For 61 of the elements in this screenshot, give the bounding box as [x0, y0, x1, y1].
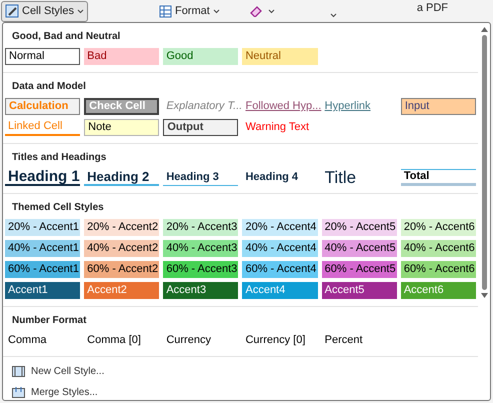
- caret-icon: [76, 8, 84, 14]
- caret-icon: [212, 8, 220, 14]
- new-style-icon: [12, 366, 25, 377]
- cell-style-swatch[interactable]: 60% - Accent5: [322, 261, 397, 278]
- pdf-label: a PDF: [416, 0, 448, 16]
- menu-item[interactable]: Merge Styles...: [3, 382, 478, 403]
- cell-style-swatch[interactable]: 20% - Accent6: [400, 219, 476, 236]
- cell-style-swatch[interactable]: 60% - Accent4: [242, 261, 318, 278]
- merge-styles-icon: [12, 387, 25, 398]
- caret-icon: [330, 13, 337, 18]
- format-icon: [158, 4, 172, 18]
- menu-item[interactable]: New Cell Style...: [3, 361, 478, 382]
- cell-style-swatch[interactable]: Comma: [5, 332, 80, 349]
- cell-style-swatch[interactable]: Accent1: [5, 282, 80, 299]
- cell-style-swatch[interactable]: Normal: [5, 48, 80, 65]
- cell-style-swatch[interactable]: 40% - Accent3: [163, 240, 238, 257]
- cell-style-swatch[interactable]: 20% - Accent2: [84, 219, 160, 236]
- cell-styles-button[interactable]: Cell Styles: [1, 0, 88, 22]
- cell-style-swatch[interactable]: 40% - Accent5: [322, 240, 397, 257]
- cell-style-swatch[interactable]: 60% - Accent1: [5, 261, 80, 278]
- cell-style-swatch[interactable]: Heading 4: [242, 169, 318, 186]
- cell-style-swatch[interactable]: 60% - Accent6: [400, 261, 476, 278]
- section-heading: Themed Cell Styles: [11, 201, 105, 215]
- cell-style-swatch[interactable]: 40% - Accent2: [84, 240, 160, 257]
- cell-style-swatch[interactable]: Good: [163, 48, 238, 65]
- cell-style-swatch[interactable]: Note: [84, 119, 160, 136]
- section-heading: Number Format: [11, 314, 88, 328]
- cell-style-swatch[interactable]: Bad: [84, 48, 160, 65]
- cell-style-swatch[interactable]: Output: [163, 119, 238, 136]
- caret-icon: [268, 8, 275, 14]
- cell-style-swatch[interactable]: Warning Text: [242, 119, 318, 136]
- cell-style-swatch[interactable]: Currency [0]: [242, 332, 318, 349]
- cell-style-swatch[interactable]: Hyperlink: [322, 98, 397, 115]
- section-heading: Good, Bad and Neutral: [11, 30, 122, 44]
- cell-style-swatch[interactable]: Explanatory T...: [163, 98, 238, 115]
- cell-style-swatch[interactable]: Neutral: [242, 48, 318, 65]
- section-heading: Titles and Headings: [11, 151, 108, 165]
- cell-styles-icon: [5, 4, 19, 18]
- format-button[interactable]: Format: [156, 0, 223, 22]
- cell-style-swatch[interactable]: Input: [400, 98, 476, 115]
- cell-style-swatch[interactable]: Comma [0]: [84, 332, 160, 349]
- cell-style-swatch[interactable]: 60% - Accent3: [163, 261, 238, 278]
- scroll-down-icon[interactable]: [480, 293, 488, 298]
- cell-style-swatch[interactable]: Title: [322, 169, 397, 186]
- eraser-icon: [250, 5, 262, 17]
- cell-style-swatch[interactable]: 20% - Accent3: [163, 219, 238, 236]
- scroll-thumb[interactable]: [482, 35, 486, 290]
- cell-style-swatch[interactable]: 40% - Accent1: [5, 240, 80, 257]
- cell-style-swatch[interactable]: Followed Hyp...: [242, 98, 318, 115]
- cell-style-swatch[interactable]: Accent3: [163, 282, 238, 299]
- scroll-up-icon[interactable]: [480, 27, 488, 32]
- cell-style-swatch[interactable]: 60% - Accent2: [84, 261, 160, 278]
- cell-style-swatch[interactable]: 20% - Accent1: [5, 219, 80, 236]
- cell-style-swatch[interactable]: Accent5: [322, 282, 397, 299]
- section-heading: Data and Model: [11, 80, 87, 94]
- cell-style-swatch[interactable]: Currency: [163, 332, 238, 349]
- cell-style-swatch[interactable]: Percent: [322, 332, 397, 349]
- cell-style-swatch[interactable]: 40% - Accent6: [400, 240, 476, 257]
- cell-style-swatch[interactable]: 20% - Accent5: [322, 219, 397, 236]
- cell-style-swatch[interactable]: 20% - Accent4: [242, 219, 318, 236]
- cell-style-swatch[interactable]: 40% - Accent4: [242, 240, 318, 257]
